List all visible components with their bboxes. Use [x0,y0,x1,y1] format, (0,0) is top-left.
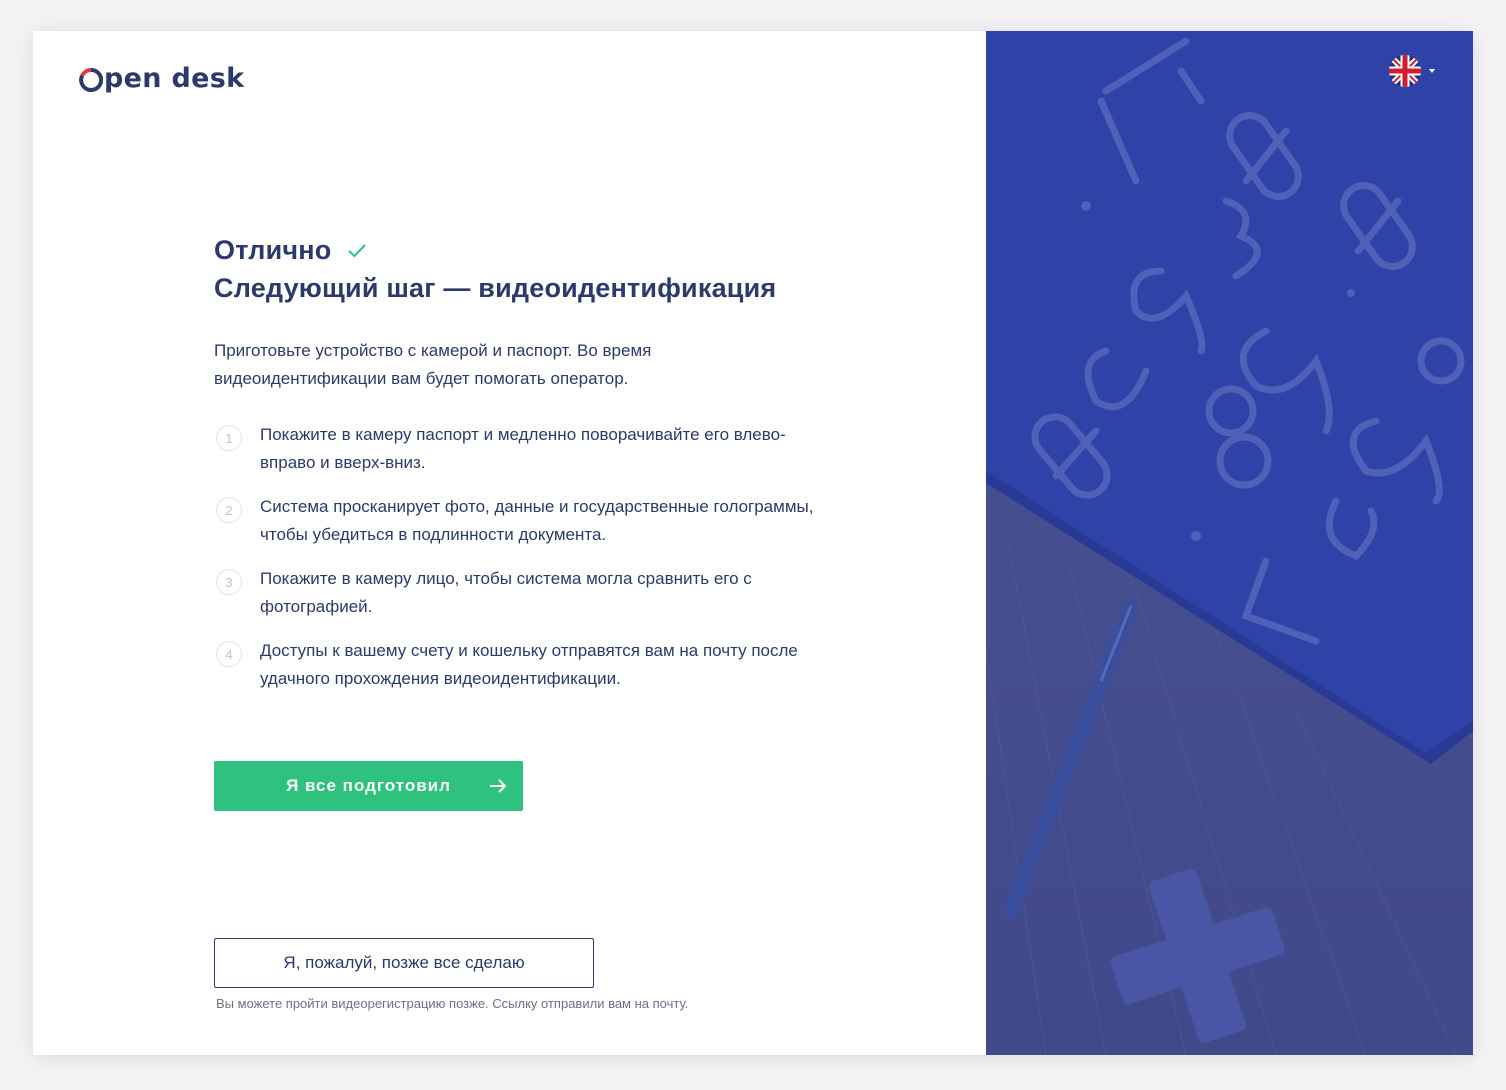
language-selector[interactable] [1389,55,1435,87]
step-number-badge: 3 [216,569,242,595]
step-number-badge: 1 [216,425,242,451]
steps-list: 1 Покажите в камеру паспорт и медленно п… [214,421,854,693]
step-item: 1 Покажите в камеру паспорт и медленно п… [214,421,840,477]
page-subtitle: Следующий шаг — видеоидентификация [214,273,777,303]
ready-button[interactable]: Я все подготовил [214,761,523,811]
step-number-badge: 4 [216,641,242,667]
title-line1: Отлично [214,235,332,265]
step-item: 3 Покажите в камеру лицо, чтобы система … [214,565,840,621]
app-window: pen desk Отлично Следующий шаг — видеоид… [33,31,1473,1055]
step-number-badge: 2 [216,497,242,523]
check-icon [347,231,367,269]
notebook-illustration [986,31,1473,1055]
step-text: Покажите в камеру лицо, чтобы система мо… [260,569,752,616]
left-panel: pen desk Отлично Следующий шаг — видеоид… [33,31,986,1055]
logo-text: pen desk [104,63,245,94]
step-text: Система просканирует фото, данные и госу… [260,497,814,544]
step-item: 4 Доступы к вашему счету и кошельку отпр… [214,637,840,693]
later-button-label: Я, пожалуй, позже все сделаю [283,953,525,972]
uk-flag-icon [1389,55,1421,87]
logo[interactable]: pen desk [79,63,244,94]
later-note: Вы можете пройти видеорегистрацию позже.… [216,996,689,1011]
logo-o-icon [79,65,103,93]
caret-down-icon [1429,69,1435,73]
step-item: 2 Система просканирует фото, данные и го… [214,493,840,549]
arrow-right-icon [489,778,507,799]
decorative-photo-panel [986,31,1473,1055]
step-text: Покажите в камеру паспорт и медленно пов… [260,425,786,472]
intro-text: Приготовьте устройство с камерой и паспо… [214,341,652,388]
ready-button-label: Я все подготовил [286,776,451,795]
main-content: Отлично Следующий шаг — видеоидентификац… [214,231,854,709]
page-title: Отлично [214,231,854,269]
step-text: Доступы к вашему счету и кошельку отправ… [260,641,798,688]
later-button[interactable]: Я, пожалуй, позже все сделаю [214,938,594,988]
